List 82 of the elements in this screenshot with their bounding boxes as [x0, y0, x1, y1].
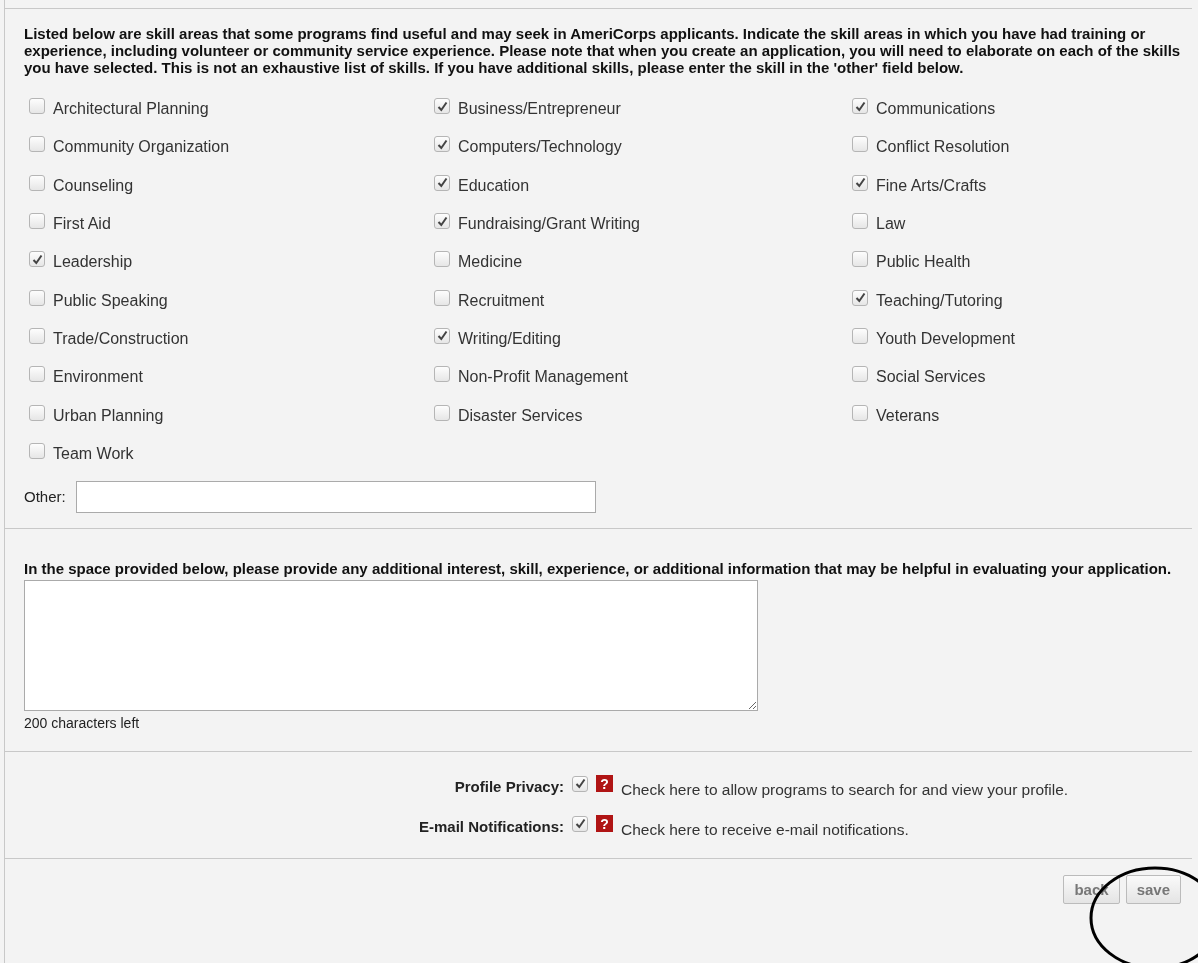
skill-checkbox[interactable]: [852, 98, 868, 115]
skill-label: Fine Arts/Crafts: [876, 176, 987, 195]
skill-label: Non-Profit Management: [458, 368, 628, 387]
skill-checkbox[interactable]: [434, 404, 450, 421]
help-icon[interactable]: ?: [596, 775, 613, 793]
skill-checkbox[interactable]: [29, 366, 45, 383]
skill-label: Team Work: [53, 444, 134, 463]
skill-label: Disaster Services: [458, 406, 583, 425]
checkmark-icon: [854, 292, 866, 304]
skill-label: Veterans: [876, 406, 940, 425]
skill-label: Community Organization: [53, 138, 230, 157]
preference-checkbox[interactable]: [572, 815, 588, 832]
checkmark-icon: [436, 100, 448, 112]
skill-checkbox[interactable]: [852, 404, 868, 421]
checkmark-icon: [854, 177, 866, 189]
skill-label: Computers/Technology: [458, 138, 622, 157]
skill-checkbox[interactable]: [434, 136, 450, 153]
skill-label: Trade/Construction: [53, 329, 189, 348]
skill-label: Recruitment: [458, 291, 545, 310]
skill-label: Counseling: [53, 176, 134, 195]
instructions-text: Listed below are skill areas that some programs find useful and may seek in AmeriCorps applicants. Indicate the skill areas in which you have had training or experience, including volunteer or community service experience. Please note that when you create an application, you will need to elaborate on each of the skills you have selected. This is not an exhaustive list of skills. If you have additional skills, please enter the skill in the 'other' field below.: [24, 25, 1182, 76]
other-label: Other:: [24, 488, 66, 506]
skill-checkbox[interactable]: [852, 136, 868, 153]
skill-checkbox[interactable]: [852, 213, 868, 230]
checkmark-icon: [436, 138, 448, 150]
checkmark-icon: [31, 253, 43, 265]
skill-checkbox[interactable]: [29, 136, 45, 153]
preference-label: E-mail Notifications:: [418, 818, 564, 836]
skill-checkbox[interactable]: [852, 366, 868, 383]
preference-description: Check here to allow programs to search for and view your profile.: [621, 780, 1070, 799]
skill-checkbox[interactable]: [852, 327, 868, 344]
preference-checkbox[interactable]: [572, 775, 588, 792]
checkmark-icon: [436, 215, 448, 227]
save-button[interactable]: save: [1125, 874, 1181, 904]
skill-label: Public Health: [876, 253, 971, 272]
skill-checkbox[interactable]: [434, 98, 450, 115]
additional-info-prompt: In the space provided below, please provide any additional interest, skill, experience, or additional information that may be helpful in evaluating your application.: [24, 559, 1173, 577]
skill-checkbox[interactable]: [29, 289, 45, 306]
skill-checkbox[interactable]: [29, 327, 45, 344]
skill-label: Environment: [53, 368, 143, 387]
skill-checkbox[interactable]: [29, 442, 45, 459]
skill-label: Law: [876, 215, 906, 234]
skill-checkbox[interactable]: [434, 289, 450, 306]
help-icon[interactable]: ?: [596, 815, 613, 833]
skill-label: Architectural Planning: [53, 100, 209, 119]
skill-label: Conflict Resolution: [876, 138, 1010, 157]
skill-checkbox[interactable]: [434, 251, 450, 268]
skill-label: Business/Entrepreneur: [458, 100, 621, 119]
checkmark-icon: [436, 330, 448, 342]
skill-label: Teaching/Tutoring: [876, 291, 1003, 310]
other-input-field[interactable]: [75, 480, 596, 513]
skill-checkbox[interactable]: [434, 174, 450, 191]
skill-label: Social Services: [876, 368, 986, 387]
skill-checkbox[interactable]: [852, 251, 868, 268]
skill-checkbox[interactable]: [29, 404, 45, 421]
skill-label: Communications: [876, 100, 996, 119]
skill-checkbox[interactable]: [29, 98, 45, 115]
skill-label: Writing/Editing: [458, 329, 561, 348]
skill-label: Leadership: [53, 253, 133, 272]
additional-info-textarea[interactable]: [24, 579, 758, 711]
skill-checkbox[interactable]: [29, 251, 45, 268]
skill-label: Education: [458, 176, 530, 195]
preference-label: Profile Privacy:: [453, 778, 564, 796]
skill-checkbox[interactable]: [852, 289, 868, 306]
skill-label: Fundraising/Grant Writing: [458, 215, 640, 234]
skill-label: Public Speaking: [53, 291, 168, 310]
checkmark-icon: [574, 778, 586, 790]
skill-label: Youth Development: [876, 329, 1016, 348]
skill-checkbox[interactable]: [852, 174, 868, 191]
skill-checkbox[interactable]: [434, 327, 450, 344]
skill-label: First Aid: [53, 215, 111, 234]
checkmark-icon: [854, 100, 866, 112]
preference-description: Check here to receive e-mail notifications.: [621, 820, 910, 839]
skill-checkbox[interactable]: [29, 174, 45, 191]
skill-checkbox[interactable]: [434, 366, 450, 383]
checkmark-icon: [436, 177, 448, 189]
checkmark-icon: [574, 818, 586, 830]
skill-label: Urban Planning: [53, 406, 164, 425]
skill-checkbox[interactable]: [29, 213, 45, 230]
characters-left-text: 200 characters left: [24, 714, 141, 731]
skill-checkbox[interactable]: [434, 213, 450, 230]
skill-label: Medicine: [458, 253, 523, 272]
